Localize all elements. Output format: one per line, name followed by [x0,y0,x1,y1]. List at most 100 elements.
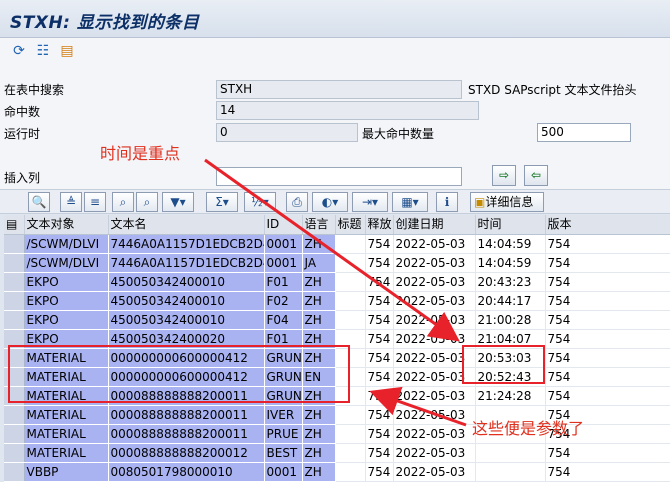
table-row[interactable]: /SCWM/DLVI7446A0A1157D1EDCB2D4…0001JA 754… [4,253,670,273]
app-toolbar: ⟳ ☷ ▤ [0,38,670,64]
table-cell: 0080501798000010 [108,462,265,482]
table-cell: 754 [365,386,394,406]
detail-icon: ▣ [474,195,486,209]
export-icon[interactable]: ⇥▾ [352,192,388,212]
table-row[interactable]: EKPO 450050342400010 F02 ZH 754 2022-05-03 20:… [4,291,670,311]
views-icon[interactable]: ◐▾ [312,192,348,212]
title-bar: STXH: 显示找到的条目 [0,0,670,38]
column-header[interactable]: 文本名 [108,215,265,235]
time-highlight-box [462,345,545,384]
row-selector[interactable] [4,443,25,463]
table-cell: ZH [302,443,336,463]
table-row[interactable]: /SCWM/DLVI7446A0A1157D1EDCB2D4…0001ZH 754… [4,234,670,254]
find-next-icon[interactable]: ⌕ [136,192,158,212]
row-selector[interactable] [4,310,25,330]
row-selector[interactable] [4,424,25,444]
subtotal-icon[interactable]: ½▾ [244,192,276,212]
table-cell: 754 [365,272,394,292]
table-cell: ZH [302,272,336,292]
sum-icon[interactable]: Σ▾ [206,192,238,212]
row-selector[interactable] [4,234,25,254]
table-cell: 2022-05-03 [393,443,476,463]
table-cell: 000088888888200011 [108,424,265,444]
sort-ascending-icon[interactable]: ≜ [60,192,82,212]
table-cell: 754 [365,462,394,482]
column-header[interactable]: 文本对象 [24,215,109,235]
table-cell [335,424,366,444]
row-selector[interactable] [4,405,25,425]
table-cell: 21:24:28 [475,386,546,406]
search-table-field[interactable]: STXH [216,80,462,99]
table-cell [475,462,546,482]
table-cell: VBBP [24,462,109,482]
table-cell: MATERIAL [24,405,109,425]
table-settings-icon[interactable]: ▤ [58,42,76,60]
table-cell: 754 [545,310,670,330]
row-selector[interactable] [4,272,25,292]
table-cell: 0001 [264,253,303,273]
table-cell: 754 [365,253,394,273]
row-selector[interactable] [4,291,25,311]
sort-descending-icon[interactable]: ≡ [84,192,106,212]
column-header[interactable]: 创建日期 [393,215,476,235]
table-cell: MATERIAL [24,424,109,444]
params-annotation: 这些便是参数了 [472,419,585,438]
column-header[interactable]: ID [264,215,303,235]
table-row[interactable]: EKPO 450050342400010 F04 ZH 754 2022-05-03 21:… [4,310,670,330]
detail-button[interactable]: ▣详细信息 [470,192,544,212]
row-selector[interactable] [4,253,25,273]
table-row[interactable]: MATERIAL 000088888888200012 BEST ZH 754 2022-… [4,443,670,463]
select-all-icon[interactable]: ▤ [4,215,25,235]
search-icon[interactable]: 🔍 [28,192,50,212]
column-header[interactable]: 版本 [545,215,670,235]
table-cell: 754 [545,234,670,254]
hits-field[interactable]: 14 [216,101,479,120]
table-cell: 0001 [264,462,303,482]
insert-column-field[interactable] [216,167,462,186]
table-cell: 2022-05-03 [393,234,476,254]
table-cell: /SCWM/DLVI [24,253,109,273]
refresh-icon[interactable]: ⟳ [10,42,28,60]
table-cell [335,272,366,292]
runtime-field[interactable]: 0 [216,123,358,142]
table-cell [335,234,366,254]
column-header[interactable]: 时间 [475,215,546,235]
print-icon[interactable]: ⎙ [286,192,308,212]
table-cell: 450050342400010 [108,291,265,311]
layout-icon[interactable]: ▦▾ [392,192,428,212]
table-row[interactable]: VBBP 0080501798000010 0001 ZH 754 2022-05-03 7… [4,462,670,482]
table-cell: F02 [264,291,303,311]
table-cell: 754 [545,253,670,273]
table-cell: 450050342400010 [108,310,265,330]
filter-icon[interactable]: ▼▾ [162,192,194,212]
hierarchy-icon[interactable]: ☷ [34,42,52,60]
table-cell: 754 [545,367,670,387]
table-cell: 7446A0A1157D1EDCB2D4… [108,253,265,273]
table-cell: 2022-05-03 [393,291,476,311]
insert-column-label: 插入列 [4,171,41,185]
info-icon[interactable]: ℹ [436,192,458,212]
column-header[interactable]: 标题 [335,215,366,235]
table-cell: 2022-05-03 [393,253,476,273]
table-cell: ZH [302,424,336,444]
detail-button-label: 详细信息 [485,195,534,209]
table-row[interactable]: EKPO 450050342400010 F01 ZH 754 2022-05-03 20:… [4,272,670,292]
max-hits-label: 最大命中数量 [362,127,435,141]
remove-column-button[interactable]: ⇦ [524,165,548,186]
column-header[interactable]: 释放 [365,215,394,235]
table-cell: ZH [302,405,336,425]
table-cell [335,405,366,425]
table-cell: 000088888888200012 [108,443,265,463]
table-cell: EKPO [24,291,109,311]
table-cell: PRUE [264,424,303,444]
row-selector[interactable] [4,462,25,482]
page-title: STXH: 显示找到的条目 [10,13,200,33]
table-cell [335,462,366,482]
find-icon[interactable]: ⌕ [112,192,134,212]
table-cell: 754 [545,329,670,349]
column-header[interactable]: 语言 [302,215,336,235]
search-table-label: 在表中搜索 [4,83,65,97]
max-hits-field[interactable]: 500 [537,123,631,142]
table-cell: 450050342400010 [108,272,265,292]
insert-column-button[interactable]: ⇨ [492,165,516,186]
